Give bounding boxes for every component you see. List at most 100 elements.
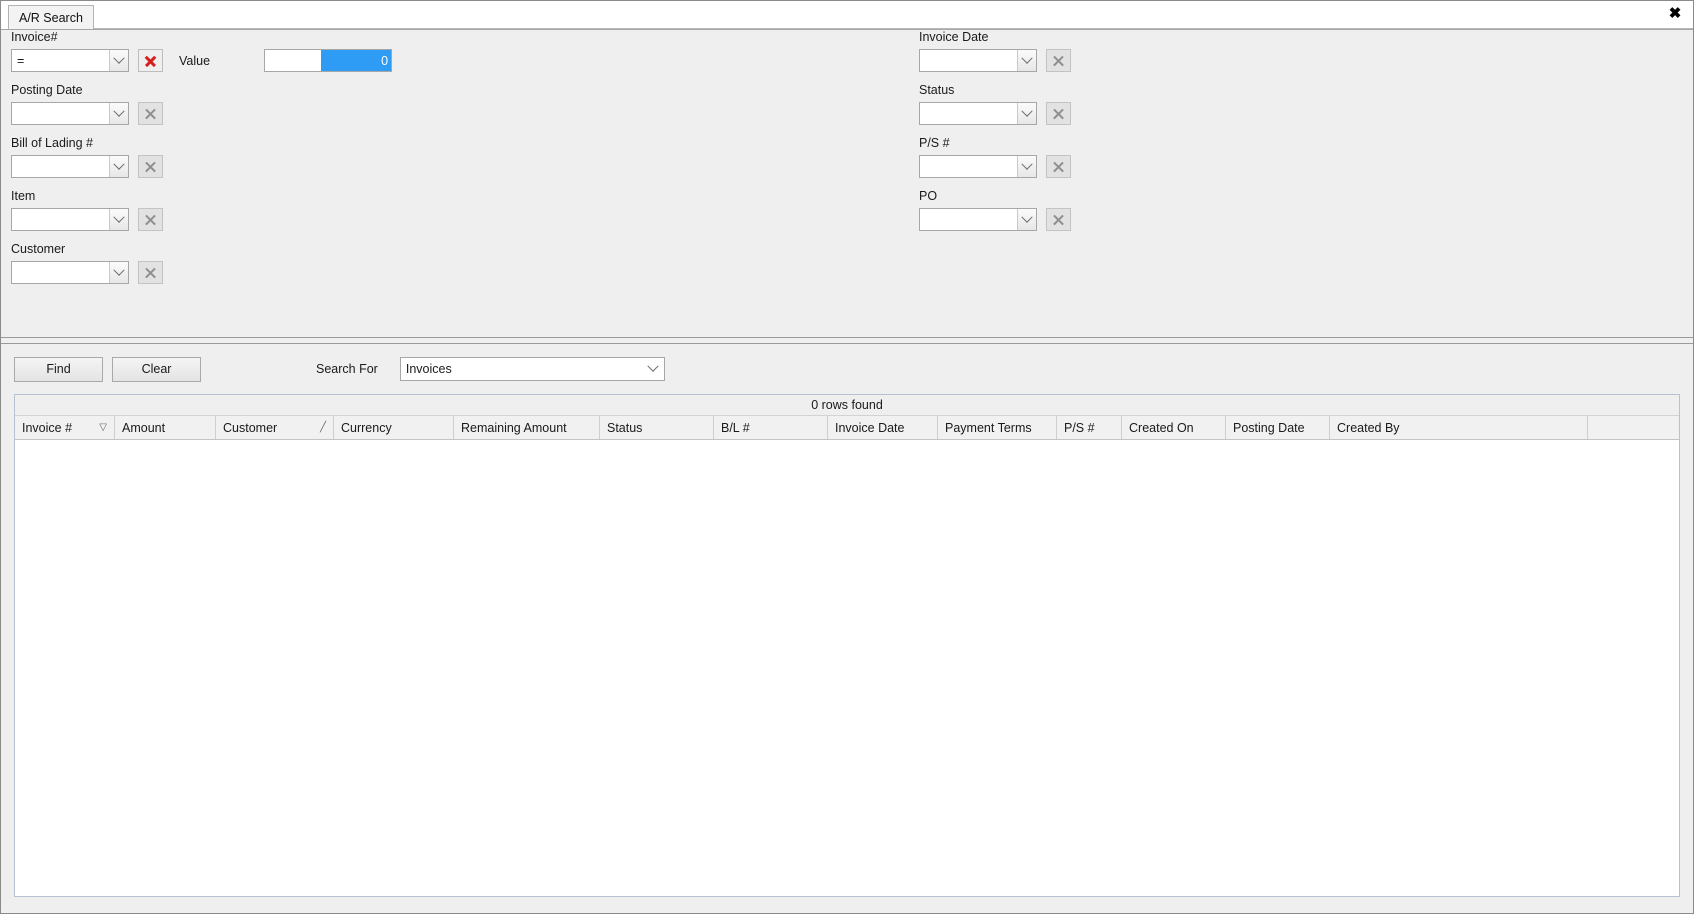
close-x-icon xyxy=(144,266,157,279)
chevron-down-icon[interactable] xyxy=(641,358,664,380)
search-for-select[interactable]: Invoices xyxy=(399,357,665,381)
sort-descending-icon: ▽ xyxy=(99,421,107,433)
filter-column-right: Invoice Date Status P/S # PO xyxy=(919,30,1071,242)
grid-column-header[interactable]: Status xyxy=(600,416,714,439)
filter-column-left: Invoice# = Value 0 Posting Date Bill of … xyxy=(11,30,393,295)
clear-posting-date-button[interactable] xyxy=(138,102,163,125)
field-label: Posting Date xyxy=(11,83,83,97)
tab-strip-filler xyxy=(93,4,1693,29)
grid-column-header-label: Posting Date xyxy=(1233,420,1305,435)
grid-column-header-label: Amount xyxy=(122,420,166,435)
clear-po-button[interactable] xyxy=(1046,208,1071,231)
grid-column-header-label: Created On xyxy=(1129,420,1194,435)
grid-column-header[interactable]: P/S # xyxy=(1057,416,1122,439)
chevron-down-icon[interactable] xyxy=(1017,209,1036,230)
grid-column-header[interactable]: Remaining Amount xyxy=(454,416,600,439)
chevron-down-icon[interactable] xyxy=(109,209,128,230)
bill-of-lading-select[interactable] xyxy=(11,155,129,178)
grid-column-header[interactable]: Invoice # ▽ xyxy=(15,416,115,439)
clear-invoice-number-button[interactable] xyxy=(138,49,163,72)
chevron-down-icon[interactable] xyxy=(109,156,128,177)
tab-ar-search[interactable]: A/R Search xyxy=(8,5,94,29)
status-select[interactable] xyxy=(919,102,1037,125)
field-label: Item xyxy=(11,189,36,203)
grid-column-header[interactable]: Currency xyxy=(334,416,454,439)
chevron-down-icon[interactable] xyxy=(109,50,128,71)
results-grid: 0 rows found Invoice # ▽ Amount Customer ╱ Cu… xyxy=(14,394,1680,897)
sort-ascending-icon: ╱ xyxy=(319,421,326,433)
close-x-icon xyxy=(144,213,157,226)
grid-column-header[interactable]: Amount xyxy=(115,416,216,439)
grid-column-header-label: Remaining Amount xyxy=(461,420,567,435)
invoice-number-operator-select[interactable]: = xyxy=(11,49,129,72)
ps-number-select[interactable] xyxy=(919,155,1037,178)
close-x-icon xyxy=(1052,107,1065,120)
results-panel: Find Clear Search For Invoices 0 rows fo… xyxy=(1,344,1693,911)
filter-item: Item xyxy=(11,189,392,231)
tab-strip: A/R Search ✖ xyxy=(1,1,1693,30)
chevron-down-icon[interactable] xyxy=(109,262,128,283)
clear-invoice-date-button[interactable] xyxy=(1046,49,1071,72)
posting-date-select[interactable] xyxy=(11,102,129,125)
grid-column-header[interactable]: Payment Terms xyxy=(938,416,1057,439)
close-x-icon xyxy=(144,54,157,67)
filter-status: Status xyxy=(919,83,1071,125)
panel-splitter[interactable] xyxy=(1,337,1693,344)
clear-button[interactable]: Clear xyxy=(112,356,201,382)
field-label: Invoice Date xyxy=(919,30,989,44)
grid-column-header[interactable]: Created By xyxy=(1330,416,1588,439)
grid-column-header[interactable]: B/L # xyxy=(714,416,828,439)
close-x-icon xyxy=(1052,213,1065,226)
clear-item-button[interactable] xyxy=(138,208,163,231)
tab-label: A/R Search xyxy=(19,10,83,25)
invoice-number-value-text: 0 xyxy=(321,50,392,71)
grid-column-header[interactable]: Customer ╱ xyxy=(216,416,334,439)
grid-column-header-label: Currency xyxy=(341,420,392,435)
find-button[interactable]: Find xyxy=(14,356,103,382)
chevron-down-icon[interactable] xyxy=(1017,50,1036,71)
field-label: P/S # xyxy=(919,136,950,150)
grid-column-header-label: Invoice Date xyxy=(835,420,905,435)
filter-customer: Customer xyxy=(11,242,392,284)
chevron-down-icon[interactable] xyxy=(1017,103,1036,124)
invoice-date-select[interactable] xyxy=(919,49,1037,72)
field-label: Bill of Lading # xyxy=(11,136,94,150)
rows-found-status: 0 rows found xyxy=(15,395,1679,416)
filter-ps-number: P/S # xyxy=(919,136,1071,178)
grid-column-header-label: Created By xyxy=(1337,420,1400,435)
chevron-down-icon[interactable] xyxy=(109,103,128,124)
grid-body[interactable] xyxy=(15,440,1679,896)
results-toolbar: Find Clear Search For Invoices xyxy=(1,344,1693,394)
grid-column-header[interactable]: Posting Date xyxy=(1226,416,1330,439)
search-for-label: Search For xyxy=(316,362,378,376)
filter-bill-of-lading: Bill of Lading # xyxy=(11,136,392,178)
grid-column-header-label: Status xyxy=(607,420,643,435)
grid-column-header[interactable]: Invoice Date xyxy=(828,416,938,439)
grid-column-header-label: B/L # xyxy=(721,420,750,435)
search-for-value: Invoices xyxy=(405,362,452,376)
clear-status-button[interactable] xyxy=(1046,102,1071,125)
grid-column-header[interactable]: Created On xyxy=(1122,416,1226,439)
grid-column-header-label: Customer xyxy=(223,420,278,435)
select-value: = xyxy=(17,53,25,68)
item-select[interactable] xyxy=(11,208,129,231)
grid-column-header-label: Payment Terms xyxy=(945,420,1032,435)
invoice-number-value-input[interactable]: 0 xyxy=(264,49,393,72)
clear-button-label: Clear xyxy=(141,362,172,376)
close-x-icon[interactable]: ✖ xyxy=(1666,4,1684,22)
field-label: Status xyxy=(919,83,955,97)
field-label: Invoice# xyxy=(11,30,58,44)
customer-select[interactable] xyxy=(11,261,129,284)
field-label: Customer xyxy=(11,242,66,256)
ar-search-window: A/R Search ✖ Invoice# = Value 0 Posting … xyxy=(0,0,1694,914)
clear-customer-button[interactable] xyxy=(138,261,163,284)
close-x-icon xyxy=(144,160,157,173)
grid-column-header-label: P/S # xyxy=(1064,420,1095,435)
clear-bill-of-lading-button[interactable] xyxy=(138,155,163,178)
value-label: Value xyxy=(179,53,211,68)
po-select[interactable] xyxy=(919,208,1037,231)
rows-found-text: 0 rows found xyxy=(811,398,883,412)
clear-ps-number-button[interactable] xyxy=(1046,155,1071,178)
close-x-icon xyxy=(1052,54,1065,67)
chevron-down-icon[interactable] xyxy=(1017,156,1036,177)
